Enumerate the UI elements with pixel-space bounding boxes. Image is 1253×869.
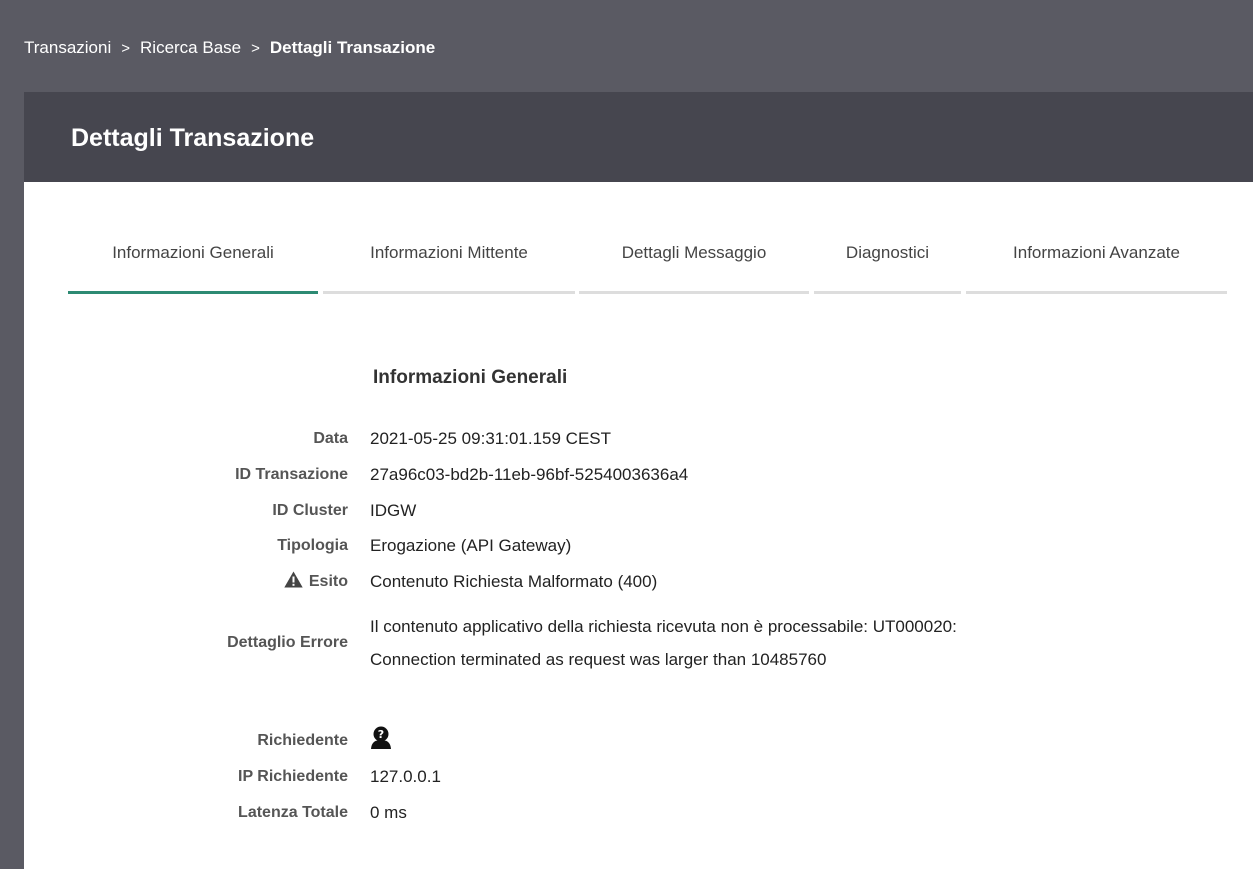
svg-text:?: ?	[378, 728, 384, 741]
field-value: 27a96c03-bd2b-11eb-96bf-5254003636a4	[370, 465, 689, 484]
field-label: Latenza Totale	[238, 804, 348, 821]
field-value: 0 ms	[370, 803, 407, 822]
tab-label: Diagnostici	[845, 243, 930, 262]
field-label: Data	[313, 430, 348, 447]
field-value-line2: Connection terminated as request was lar…	[370, 650, 827, 669]
field-label: ID Cluster	[272, 502, 348, 519]
tab-label: Dettagli Messaggio	[621, 243, 767, 262]
page-title: Dettagli Transazione	[71, 124, 315, 152]
field-value: Contenuto Richiesta Malformato (400)	[370, 572, 658, 591]
tab-informazioni-generali[interactable]: Informazioni Generali	[68, 182, 318, 296]
breadcrumb-current: Dettagli Transazione	[269, 38, 436, 57]
tab-label: Informazioni Mittente	[370, 243, 528, 262]
top-bar: Transazioni > Ricerca Base > Dettagli Transa…	[0, 0, 1253, 92]
tab-indicator	[966, 291, 1227, 294]
field-label: Tipologia	[277, 537, 348, 554]
tab-informazioni-mittente[interactable]: Informazioni Mittente	[323, 182, 575, 296]
tab-informazioni-avanzate[interactable]: Informazioni Avanzate	[966, 182, 1227, 296]
field-value: Erogazione (API Gateway)	[370, 536, 572, 555]
field-label: Esito	[308, 573, 348, 590]
field-value: IDGW	[370, 501, 417, 520]
tab-label: Informazioni Generali	[112, 243, 274, 262]
tab-dettagli-messaggio[interactable]: Dettagli Messaggio	[579, 182, 809, 296]
tab-bar: Informazioni Generali Informazioni Mitte…	[24, 182, 1253, 302]
breadcrumb: Transazioni > Ricerca Base > Dettagli Transa…	[24, 37, 435, 59]
field-value: 127.0.0.1	[370, 767, 441, 786]
field-label: Richiedente	[257, 732, 348, 749]
field-value: ?	[370, 726, 392, 756]
tab-indicator	[68, 291, 318, 294]
warning-icon	[284, 571, 303, 588]
field-label: Dettaglio Errore	[227, 634, 348, 651]
tab-label: Informazioni Avanzate	[1013, 243, 1180, 262]
panel-header: Dettagli Transazione	[24, 92, 1253, 182]
content-panel: Informazioni Generali Informazioni Mitte…	[24, 182, 1253, 869]
breadcrumb-separator-icon: >	[251, 40, 260, 57]
breadcrumb-separator-icon: >	[121, 40, 131, 57]
field-label: ID Transazione	[235, 466, 348, 483]
tab-diagnostici[interactable]: Diagnostici	[814, 182, 961, 296]
field-label: IP Richiedente	[238, 768, 348, 785]
field-value: 2021-05-25 09:31:01.159 CEST	[370, 429, 612, 448]
field-label-wrapper: Esito	[284, 571, 348, 593]
left-border	[0, 92, 24, 869]
section-title: Informazioni Generali	[373, 367, 568, 388]
tab-indicator	[579, 291, 809, 294]
breadcrumb-item-transazioni[interactable]: Transazioni	[24, 37, 111, 59]
tab-indicator	[814, 291, 961, 294]
unknown-user-icon: ?	[371, 726, 391, 749]
breadcrumb-item-ricerca-base[interactable]: Ricerca Base	[140, 37, 241, 59]
field-value-line1: Il contenuto applicativo della richiesta…	[370, 617, 957, 636]
tab-indicator	[323, 291, 575, 294]
